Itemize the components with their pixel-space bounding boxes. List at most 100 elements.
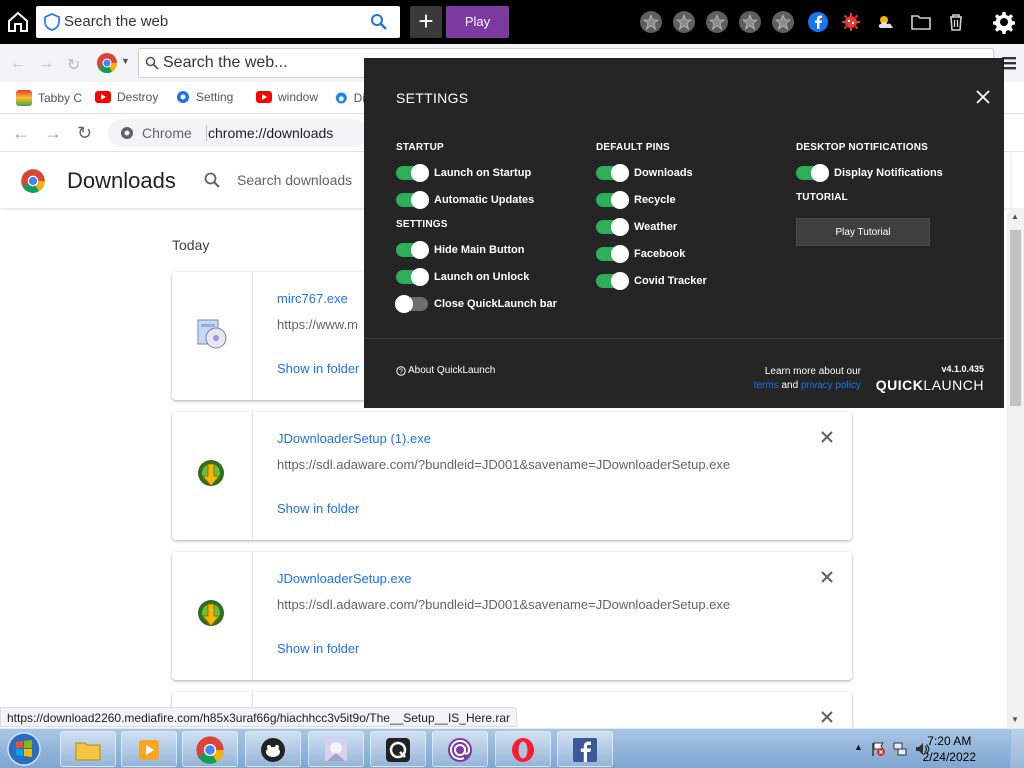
- network-icon[interactable]: [892, 741, 908, 757]
- show-in-folder-link[interactable]: Show in folder: [277, 641, 359, 656]
- forward-arrow-icon[interactable]: →: [38, 55, 54, 73]
- download-filename[interactable]: mirc767.exe: [277, 291, 348, 306]
- taskbar-app-4[interactable]: [245, 731, 301, 767]
- toggle-label: Downloads: [634, 167, 693, 179]
- close-icon[interactable]: [976, 90, 990, 104]
- scroll-down-arrow-icon[interactable]: ▼: [1011, 715, 1019, 724]
- star-pin-icon[interactable]: [640, 11, 662, 33]
- taskbar-quicklaunch[interactable]: [370, 731, 426, 767]
- close-icon[interactable]: [820, 710, 834, 724]
- toggle-switch[interactable]: [396, 164, 429, 182]
- youtube-icon: [95, 91, 111, 103]
- bookmark-item[interactable]: Destroy: [95, 90, 159, 104]
- scroll-up-arrow-icon[interactable]: ▲: [1011, 212, 1019, 221]
- privacy-policy-link[interactable]: privacy policy: [801, 380, 861, 391]
- toggle-automatic-updates[interactable]: Automatic Updates: [396, 191, 535, 209]
- download-url[interactable]: https://sdl.adaware.com/?bundleid=JD001&…: [277, 457, 730, 472]
- star-pin-icon[interactable]: [706, 11, 728, 33]
- back-arrow-icon[interactable]: ←: [10, 55, 26, 73]
- bookmark-item[interactable]: window: [256, 90, 320, 104]
- bookmark-item[interactable]: Tabby C: [16, 90, 84, 106]
- toggle-hide-main-button[interactable]: Hide Main Button: [396, 241, 524, 259]
- toggle-switch[interactable]: [396, 268, 429, 286]
- vertical-scrollbar[interactable]: ▲ ▼: [1007, 208, 1024, 728]
- download-filename[interactable]: JDownloaderSetup (1).exe: [277, 431, 431, 446]
- toggle-label: Automatic Updates: [434, 194, 535, 206]
- star-pin-icon[interactable]: [772, 11, 794, 33]
- download-url[interactable]: https://sdl.adaware.com/?bundleid=JD001&…: [277, 597, 730, 612]
- clock[interactable]: 7:20 AM 2/24/2022: [923, 733, 976, 765]
- close-icon[interactable]: [820, 430, 834, 444]
- action-center-flag-icon[interactable]: [870, 741, 886, 757]
- file-icon-column: [172, 272, 253, 400]
- toggle-display-notifications[interactable]: Display Notifications: [796, 164, 943, 182]
- toggle-covid-tracker-pin[interactable]: Covid Tracker: [596, 272, 707, 290]
- chrome-site-icon: [121, 127, 133, 139]
- covid-tracker-icon[interactable]: [840, 11, 862, 33]
- toggle-label: Facebook: [634, 248, 686, 260]
- reload-icon[interactable]: ↻: [77, 123, 92, 144]
- rainbow-favicon-icon: [16, 90, 32, 106]
- toggle-recycle-pin[interactable]: Recycle: [596, 191, 676, 209]
- toggle-switch[interactable]: [796, 164, 829, 182]
- chevron-down-icon[interactable]: ▼: [121, 56, 130, 66]
- download-filename[interactable]: JDownloaderSetup.exe: [277, 571, 411, 586]
- add-pin-button[interactable]: +: [410, 6, 442, 38]
- quicklaunch-search-box[interactable]: Search the web: [36, 6, 400, 38]
- toggle-switch[interactable]: [396, 191, 429, 209]
- reload-icon[interactable]: ↻: [67, 55, 80, 75]
- play-tutorial-button[interactable]: Play Tutorial: [796, 218, 930, 246]
- about-quicklaunch-link[interactable]: ? About QuickLaunch: [396, 365, 495, 376]
- toggle-switch[interactable]: [596, 191, 629, 209]
- scrollbar-thumb[interactable]: [1010, 230, 1021, 406]
- bookmark-item[interactable]: Di: [335, 90, 365, 106]
- toggle-switch[interactable]: [596, 164, 629, 182]
- legal-links: Learn more about our terms and privacy p…: [754, 365, 861, 393]
- terms-link[interactable]: terms: [754, 380, 779, 391]
- taskbar-app-5[interactable]: [308, 731, 364, 767]
- gear-icon[interactable]: [992, 10, 1016, 34]
- section-heading-today: Today: [172, 237, 210, 253]
- taskbar-explorer[interactable]: [60, 731, 116, 767]
- facebook-icon[interactable]: [807, 11, 829, 33]
- back-arrow-icon[interactable]: ←: [12, 123, 30, 144]
- star-pin-icon[interactable]: [739, 11, 761, 33]
- toggle-switch[interactable]: [596, 218, 629, 236]
- recycle-bin-icon[interactable]: [945, 11, 967, 33]
- play-button[interactable]: Play: [446, 6, 509, 38]
- taskbar-app-7[interactable]: [432, 731, 488, 767]
- show-in-folder-link[interactable]: Show in folder: [277, 501, 359, 516]
- toggle-switch[interactable]: [596, 245, 629, 263]
- show-in-folder-link[interactable]: Show in folder: [277, 361, 359, 376]
- show-hidden-icons-icon[interactable]: ▲: [854, 742, 863, 752]
- learn-more-text: Learn more about our: [764, 366, 861, 377]
- weather-icon[interactable]: [875, 11, 897, 33]
- toggle-weather-pin[interactable]: Weather: [596, 218, 677, 236]
- taskbar-media-player[interactable]: [121, 731, 177, 767]
- taskbar-opera[interactable]: [495, 731, 551, 767]
- toggle-launch-on-unlock[interactable]: Launch on Unlock: [396, 268, 529, 286]
- toggle-close-quicklaunch-bar[interactable]: Close QuickLaunch bar: [395, 295, 557, 313]
- address-field[interactable]: Chrome chrome://downloads: [108, 119, 368, 147]
- toggle-switch[interactable]: [396, 241, 429, 259]
- star-pin-icon[interactable]: [673, 11, 695, 33]
- search-icon[interactable]: [370, 13, 388, 31]
- forward-arrow-icon[interactable]: →: [44, 123, 62, 144]
- download-url[interactable]: https://www.m: [277, 317, 358, 332]
- taskbar-facebook[interactable]: [557, 731, 613, 767]
- taskbar-chrome[interactable]: [182, 731, 238, 767]
- hamburger-menu-icon[interactable]: [1002, 54, 1016, 72]
- toggle-downloads-pin[interactable]: Downloads: [596, 164, 693, 182]
- toggle-facebook-pin[interactable]: Facebook: [596, 245, 686, 263]
- close-icon[interactable]: [820, 570, 834, 584]
- bookmark-item[interactable]: Setting: [176, 90, 238, 104]
- folder-icon[interactable]: [910, 11, 932, 33]
- toggle-launch-on-startup[interactable]: Launch on Startup: [396, 164, 531, 182]
- show-desktop-button[interactable]: [1010, 729, 1024, 768]
- toggle-switch[interactable]: [395, 295, 428, 313]
- start-button-icon[interactable]: [4, 731, 44, 767]
- divider: [364, 338, 1004, 339]
- home-icon[interactable]: [6, 10, 30, 34]
- toggle-switch[interactable]: [596, 272, 629, 290]
- bookmark-label: Destroy: [117, 90, 159, 104]
